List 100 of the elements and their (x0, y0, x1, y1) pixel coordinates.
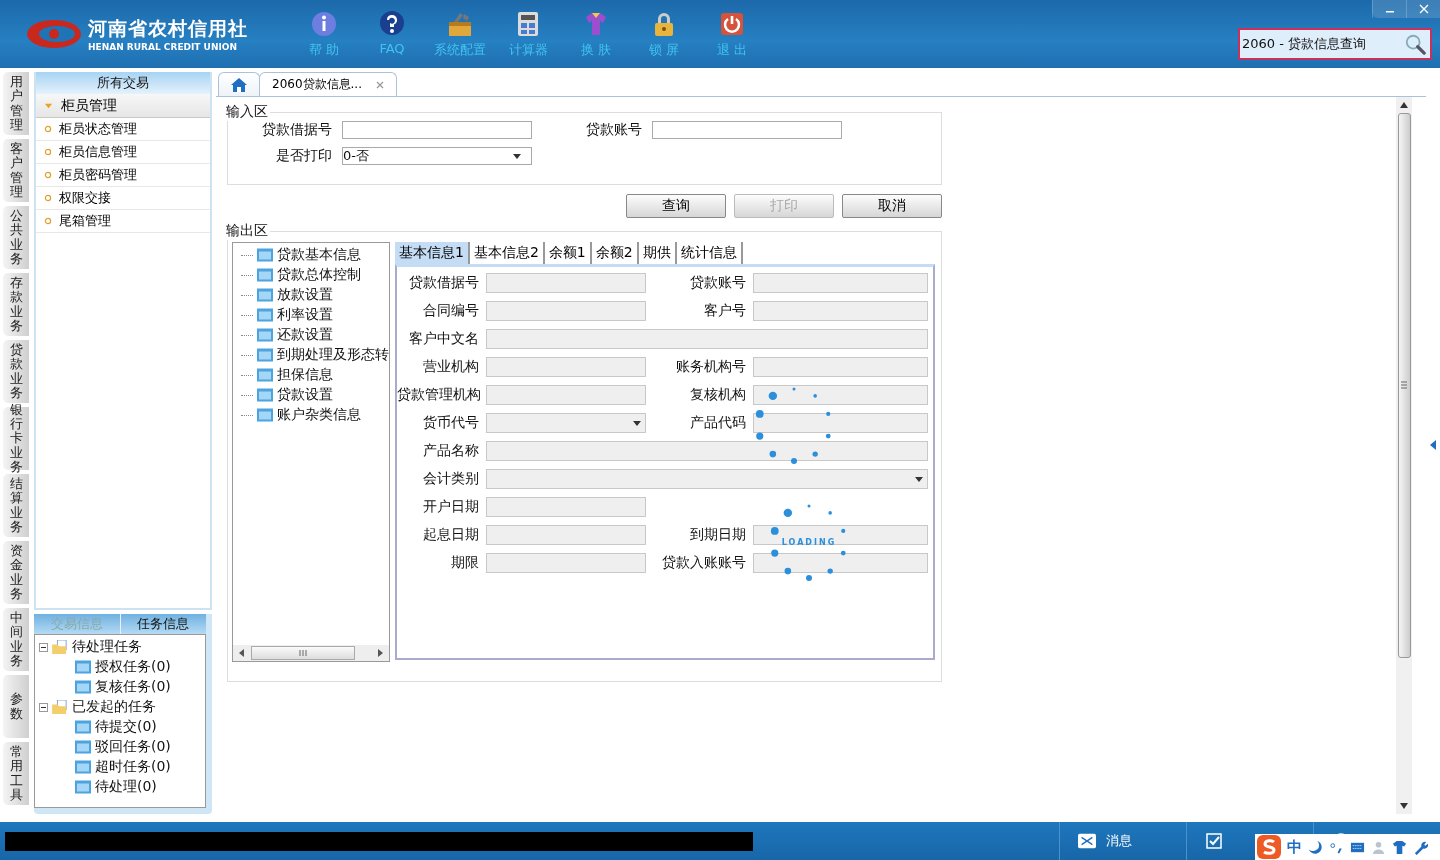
scroll-right-icon[interactable] (377, 649, 383, 657)
input-field[interactable] (486, 301, 646, 321)
field-label: 会计类别 (422, 470, 479, 488)
search-field[interactable]: 2060 - 贷款信息查询 (1238, 28, 1432, 60)
input-field[interactable] (486, 273, 646, 293)
input-field[interactable] (753, 357, 928, 377)
tree-item[interactable]: 到期处理及形态转 (277, 346, 389, 364)
folder-icon (257, 328, 273, 342)
tab[interactable]: 基本信息1 (395, 242, 470, 264)
minimize-icon (1385, 11, 1394, 13)
tree-item[interactable]: 授权任务(0) (95, 658, 171, 676)
side-tab[interactable]: 常用工具 (3, 742, 29, 805)
side-tab[interactable]: 贷款业务 (3, 340, 29, 403)
action-button[interactable]: 取消 (842, 194, 942, 218)
panel-tab[interactable]: 任务信息 (119, 614, 206, 634)
scroll-down-icon[interactable] (1400, 803, 1408, 809)
collapse-icon[interactable] (39, 642, 48, 652)
input-field[interactable] (486, 497, 646, 517)
vertical-scrollbar[interactable] (1396, 97, 1412, 814)
scroll-left-icon[interactable] (239, 649, 245, 657)
folder-icon (75, 760, 91, 774)
panel-header: 所有交易 (36, 72, 210, 94)
select-field[interactable]: 0-否 (342, 147, 532, 165)
side-tab[interactable]: 中间业务 (3, 608, 29, 671)
section-title: 输出区 (225, 222, 269, 240)
side-tab[interactable]: 结算业务 (3, 474, 29, 537)
checkbox-icon[interactable] (1205, 833, 1223, 849)
tree-item[interactable]: 贷款设置 (277, 386, 333, 404)
grip-icon[interactable] (298, 650, 308, 656)
side-tab[interactable]: 存款业务 (3, 273, 29, 336)
action-button[interactable]: 查询 (626, 194, 726, 218)
tree-item[interactable]: 贷款总体控制 (277, 266, 361, 284)
section-title: 输入区 (225, 103, 269, 121)
tree-item[interactable]: 超时任务(0) (95, 758, 171, 776)
input-field[interactable] (342, 121, 532, 139)
home-tab[interactable] (218, 72, 260, 96)
input-field[interactable] (753, 273, 928, 293)
side-tab[interactable]: 客户管理 (3, 139, 29, 202)
collapse-icon[interactable] (39, 702, 48, 712)
tree-item[interactable]: 待处理(0) (95, 778, 157, 796)
tree-item[interactable]: 已发起的任务 (72, 698, 156, 716)
tree-item[interactable]: 还款设置 (277, 326, 333, 344)
page-tab[interactable]: 2060贷款信息... (259, 72, 397, 96)
input-field[interactable] (652, 121, 842, 139)
group-header[interactable]: 柜员管理 (36, 94, 210, 118)
input-field[interactable] (753, 385, 928, 405)
tree-item[interactable]: 待提交(0) (95, 718, 157, 736)
select-field[interactable] (486, 413, 646, 433)
side-tab[interactable]: 参数 (3, 675, 29, 738)
select-field[interactable] (486, 469, 928, 489)
folder-icon (75, 660, 91, 674)
shirt-icon[interactable] (1392, 839, 1407, 855)
info-icon (310, 10, 338, 38)
ime-mode[interactable]: 中 (1287, 837, 1302, 857)
field-label: 合同编号 (422, 302, 479, 320)
field-label: 客户中文名 (408, 330, 479, 348)
collapse-arrow-icon[interactable] (1430, 440, 1436, 450)
tree-item[interactable]: 担保信息 (277, 366, 333, 384)
folder-document-icon (52, 640, 68, 654)
grip-icon[interactable] (1401, 381, 1407, 390)
tree-item[interactable]: 放款设置 (277, 286, 333, 304)
moon-icon[interactable] (1308, 839, 1323, 855)
side-tab[interactable]: 公共业务 (3, 206, 29, 269)
input-field[interactable] (486, 525, 646, 545)
input-field[interactable] (753, 553, 928, 573)
s-logo-icon[interactable] (1257, 835, 1281, 859)
input-field[interactable] (486, 441, 928, 461)
envelope-icon[interactable] (1078, 833, 1096, 849)
input-field[interactable] (486, 329, 928, 349)
tree-item[interactable]: 驳回任务(0) (95, 738, 171, 756)
field-label: 到期日期 (689, 526, 746, 544)
tree-item[interactable]: 待处理任务 (72, 638, 142, 656)
loading-text: LOADING (781, 537, 837, 547)
horizontal-scrollbar[interactable] (233, 645, 389, 661)
field-label: 产品代码 (689, 414, 746, 432)
input-field[interactable] (753, 413, 928, 433)
field-label: 开户日期 (422, 498, 479, 516)
tree-item[interactable]: 复核任务(0) (95, 678, 171, 696)
input-field[interactable] (486, 553, 646, 573)
status-label[interactable]: 消息 (1106, 832, 1132, 850)
input-field[interactable] (486, 385, 646, 405)
close-icon[interactable] (376, 80, 384, 89)
scroll-up-icon[interactable] (1400, 102, 1408, 108)
input-field[interactable] (753, 525, 928, 545)
wrench-icon[interactable] (1413, 839, 1428, 855)
tree-item[interactable]: 利率设置 (277, 306, 333, 324)
tree-item[interactable]: 账户杂类信息 (277, 406, 361, 424)
field-label: 贷款管理机构 (397, 386, 479, 404)
tree-item[interactable]: 贷款基本信息 (277, 246, 361, 264)
side-tab[interactable]: 资金业务 (3, 541, 29, 604)
search-icon (1404, 33, 1426, 55)
bullet-icon (44, 217, 52, 225)
user-icon[interactable] (1371, 839, 1386, 855)
input-field[interactable] (486, 357, 646, 377)
input-field[interactable] (753, 301, 928, 321)
app-title: 河南省农村信用社 (88, 16, 248, 41)
search-input[interactable]: 2060 - 贷款信息查询 (1240, 36, 1404, 52)
side-tab[interactable]: 用户管理 (3, 72, 29, 135)
field-label: 贷款账号 (689, 274, 746, 292)
field-label: 货币代号 (422, 414, 479, 432)
